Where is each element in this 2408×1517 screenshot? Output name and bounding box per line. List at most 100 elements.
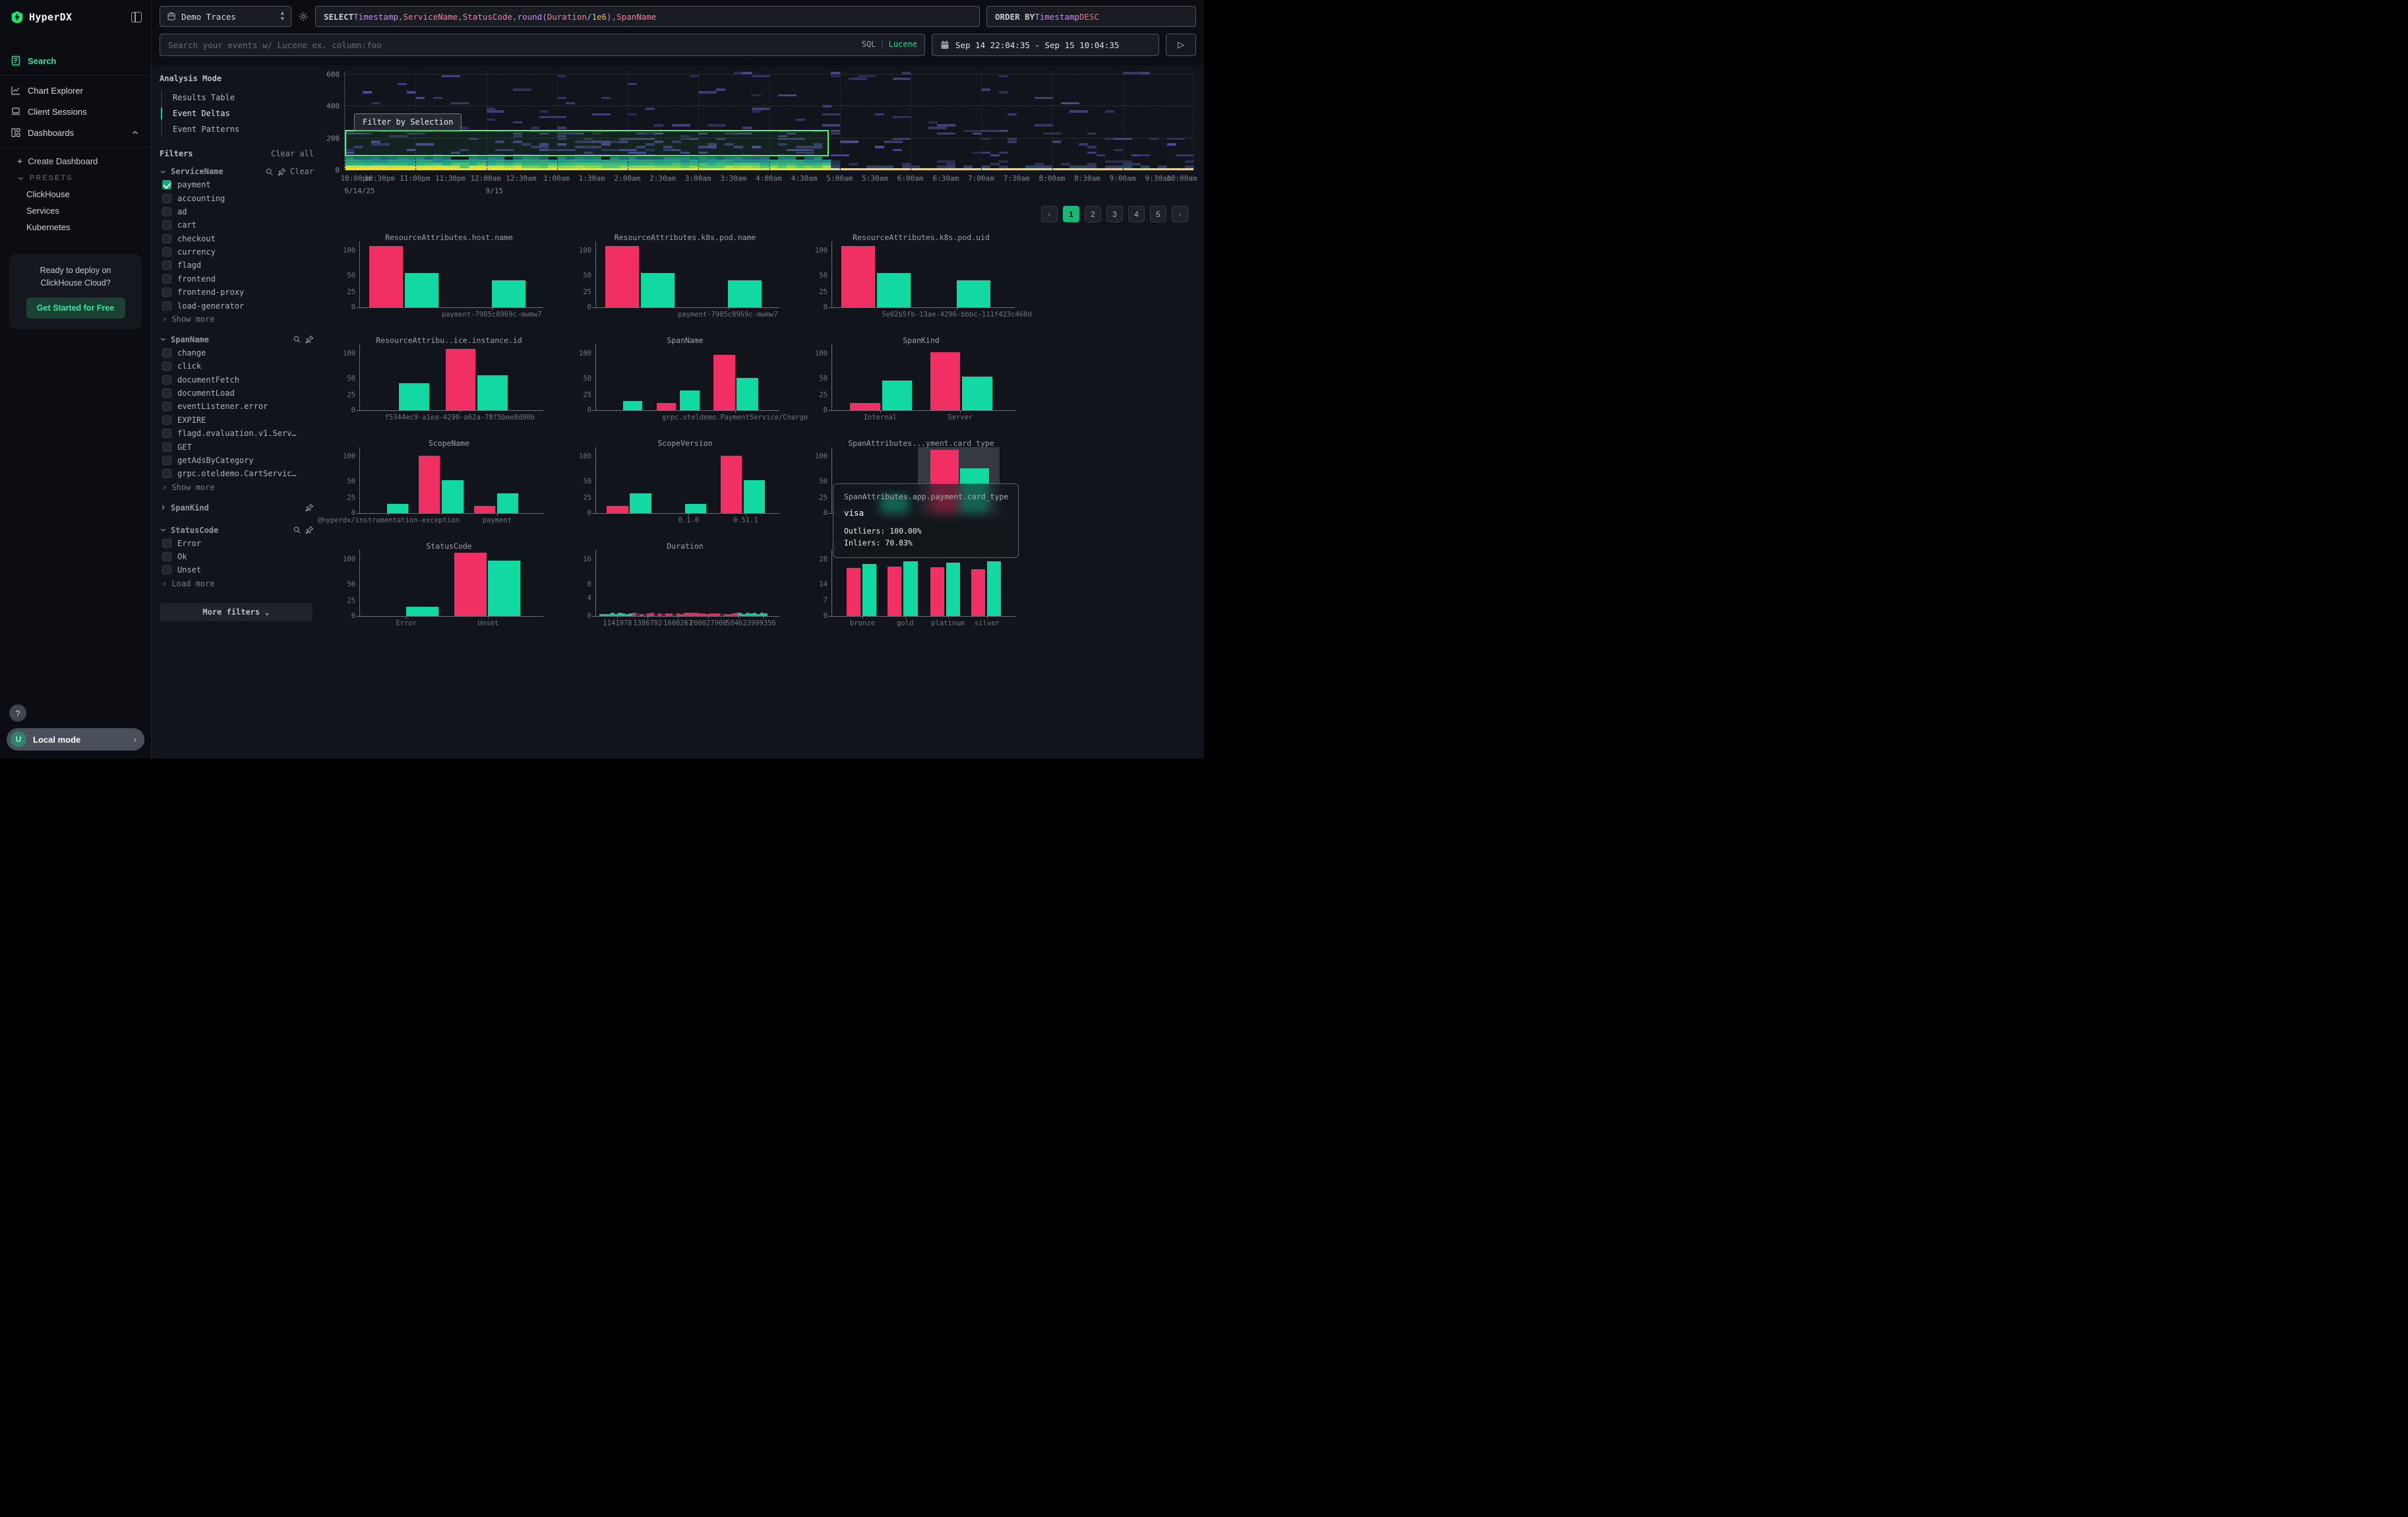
page-button-1[interactable]: 1 xyxy=(1063,206,1079,222)
get-started-button[interactable]: Get Started for Free xyxy=(26,297,125,319)
checkbox-unchecked[interactable] xyxy=(162,301,171,311)
search-input[interactable] xyxy=(160,34,925,56)
help-button[interactable]: ? xyxy=(9,704,26,722)
sidebar-item-search[interactable]: Search xyxy=(0,50,151,71)
search-icon[interactable] xyxy=(293,335,301,344)
presets-toggle[interactable]: PRESETS xyxy=(7,170,151,186)
sql-select-input[interactable]: SELECT Timestamp, ServiceName, StatusCod… xyxy=(315,6,980,27)
sidebar-item-preset-kubernetes[interactable]: Kubernetes xyxy=(7,219,151,235)
chart-plot[interactable]: 02550100grpc.oteldemo.PaymentService/Cha… xyxy=(596,347,774,410)
checkbox-unchecked[interactable] xyxy=(162,443,171,452)
sidebar-item-client-sessions[interactable]: Client Sessions xyxy=(0,101,151,122)
page-button-2[interactable]: 2 xyxy=(1085,206,1101,222)
filter-checkbox-item[interactable]: documentLoad xyxy=(160,387,314,400)
filter-checkbox-item[interactable]: frontend-proxy xyxy=(160,286,314,299)
sidebar-collapse-icon[interactable] xyxy=(131,12,142,22)
search-icon[interactable] xyxy=(293,526,301,534)
filter-checkbox-item[interactable]: flagd.evaluation.v1.Serv… xyxy=(160,427,314,440)
filter-group-header[interactable]: ServiceNameClear xyxy=(160,165,314,178)
filter-group-header[interactable]: StatusCode xyxy=(160,524,314,537)
checkbox-unchecked[interactable] xyxy=(162,539,171,548)
checkbox-unchecked[interactable] xyxy=(162,375,171,385)
filter-group-header[interactable]: SpanName xyxy=(160,333,314,346)
account-menu[interactable]: U Local mode › xyxy=(7,728,144,751)
checkbox-unchecked[interactable] xyxy=(162,429,171,438)
checkbox-unchecked[interactable] xyxy=(162,402,171,411)
checkbox-unchecked[interactable] xyxy=(162,194,171,203)
page-button-5[interactable]: 5 xyxy=(1150,206,1166,222)
filter-checkbox-item[interactable]: EXPIRE xyxy=(160,414,314,427)
checkbox-unchecked[interactable] xyxy=(162,274,171,284)
checkbox-unchecked[interactable] xyxy=(162,207,171,216)
filter-checkbox-item[interactable]: grpc.oteldemo.CartServic… xyxy=(160,467,314,480)
heatmap-plot[interactable]: 6004002000Filter by Selection xyxy=(344,71,1193,170)
filter-checkbox-item[interactable]: Ok xyxy=(160,550,314,563)
filter-by-selection-button[interactable]: Filter by Selection xyxy=(354,113,462,131)
analysis-mode-option[interactable]: Event Deltas xyxy=(162,106,314,121)
sidebar-item-chart-explorer[interactable]: Chart Explorer xyxy=(0,80,151,101)
checkbox-unchecked[interactable] xyxy=(162,552,171,561)
filter-checkbox-item[interactable]: checkout xyxy=(160,232,314,245)
checkbox-unchecked[interactable] xyxy=(162,261,171,270)
create-dashboard-button[interactable]: + Create Dashboard xyxy=(7,152,151,170)
show-more-button[interactable]: › Load more xyxy=(160,577,314,588)
filter-checkbox-item[interactable]: accounting xyxy=(160,191,314,204)
page-prev-button[interactable]: ‹ xyxy=(1041,206,1058,222)
pin-icon[interactable] xyxy=(305,503,314,512)
source-select[interactable]: Demo Traces ▲▼ xyxy=(160,6,291,27)
filter-checkbox-item[interactable]: ad xyxy=(160,205,314,218)
filter-checkbox-item[interactable]: load-generator xyxy=(160,299,314,312)
sidebar-item-preset-services[interactable]: Services xyxy=(7,202,151,219)
filter-checkbox-item[interactable]: payment xyxy=(160,178,314,191)
show-more-button[interactable]: › Show more xyxy=(160,313,314,324)
filter-checkbox-item[interactable]: Error xyxy=(160,537,314,550)
lucene-mode-button[interactable]: Lucene xyxy=(889,40,917,49)
filter-checkbox-item[interactable]: flagd xyxy=(160,259,314,272)
filter-checkbox-item[interactable]: eventListener.error xyxy=(160,400,314,413)
selection-rectangle[interactable] xyxy=(345,130,829,156)
chart-plot[interactable]: 025501005e02b5fb-13ae-4296-bbbc-111f423c… xyxy=(832,244,1010,307)
filter-checkbox-item[interactable]: change xyxy=(160,346,314,359)
gear-icon[interactable] xyxy=(298,11,309,22)
checkbox-unchecked[interactable] xyxy=(162,388,171,398)
checkbox-unchecked[interactable] xyxy=(162,220,171,230)
checkbox-unchecked[interactable] xyxy=(162,348,171,357)
checkbox-unchecked[interactable] xyxy=(162,416,171,425)
page-button-3[interactable]: 3 xyxy=(1106,206,1123,222)
checkbox-unchecked[interactable] xyxy=(162,456,171,465)
analysis-mode-option[interactable]: Results Table xyxy=(162,90,314,106)
pin-icon[interactable] xyxy=(305,335,314,344)
search-icon[interactable] xyxy=(265,168,274,176)
checkbox-unchecked[interactable] xyxy=(162,247,171,257)
filter-checkbox-item[interactable]: Unset xyxy=(160,563,314,576)
order-by-input[interactable]: ORDER BY Timestamp DESC xyxy=(986,6,1196,27)
checkbox-unchecked[interactable] xyxy=(162,361,171,371)
filter-group-header[interactable]: SpanKind xyxy=(160,501,314,514)
chart-plot[interactable]: 02550100InternalServer xyxy=(832,347,1010,410)
clear-all-button[interactable]: Clear all xyxy=(271,149,314,158)
checkbox-unchecked[interactable] xyxy=(162,469,171,478)
page-next-button[interactable]: › xyxy=(1172,206,1188,222)
run-query-button[interactable]: ▷ xyxy=(1166,34,1196,56)
filter-checkbox-item[interactable]: click xyxy=(160,359,314,373)
show-more-button[interactable]: › Show more xyxy=(160,481,314,492)
filter-checkbox-item[interactable]: documentFetch xyxy=(160,373,314,387)
checkbox-unchecked[interactable] xyxy=(162,234,171,243)
sidebar-item-dashboards[interactable]: Dashboards xyxy=(0,122,151,143)
pin-icon[interactable] xyxy=(305,526,314,534)
filter-checkbox-item[interactable]: frontend xyxy=(160,272,314,286)
checkbox-checked[interactable] xyxy=(162,180,171,189)
time-range-picker[interactable]: Sep 14 22:04:35 - Sep 15 10:04:35 xyxy=(932,34,1159,56)
pin-icon[interactable] xyxy=(278,168,286,176)
chart-plot[interactable]: 071428bronzegoldplatinumsilver xyxy=(832,553,1010,616)
more-filters-button[interactable]: More filters ⌄ xyxy=(160,603,313,621)
filter-checkbox-item[interactable]: currency xyxy=(160,245,314,259)
checkbox-unchecked[interactable] xyxy=(162,565,171,574)
chart-plot[interactable]: 0481611419781386792160026720002790058462… xyxy=(596,553,774,616)
filter-checkbox-item[interactable]: GET xyxy=(160,440,314,453)
sql-mode-button[interactable]: SQL xyxy=(862,40,876,49)
filter-checkbox-item[interactable]: getAdsByCategory xyxy=(160,454,314,467)
page-button-4[interactable]: 4 xyxy=(1128,206,1145,222)
chart-plot[interactable]: 02550100f5344ec9-a1ea-4290-a62a-78f5bee8… xyxy=(360,347,538,410)
filter-group-clear-button[interactable]: Clear xyxy=(290,167,314,176)
